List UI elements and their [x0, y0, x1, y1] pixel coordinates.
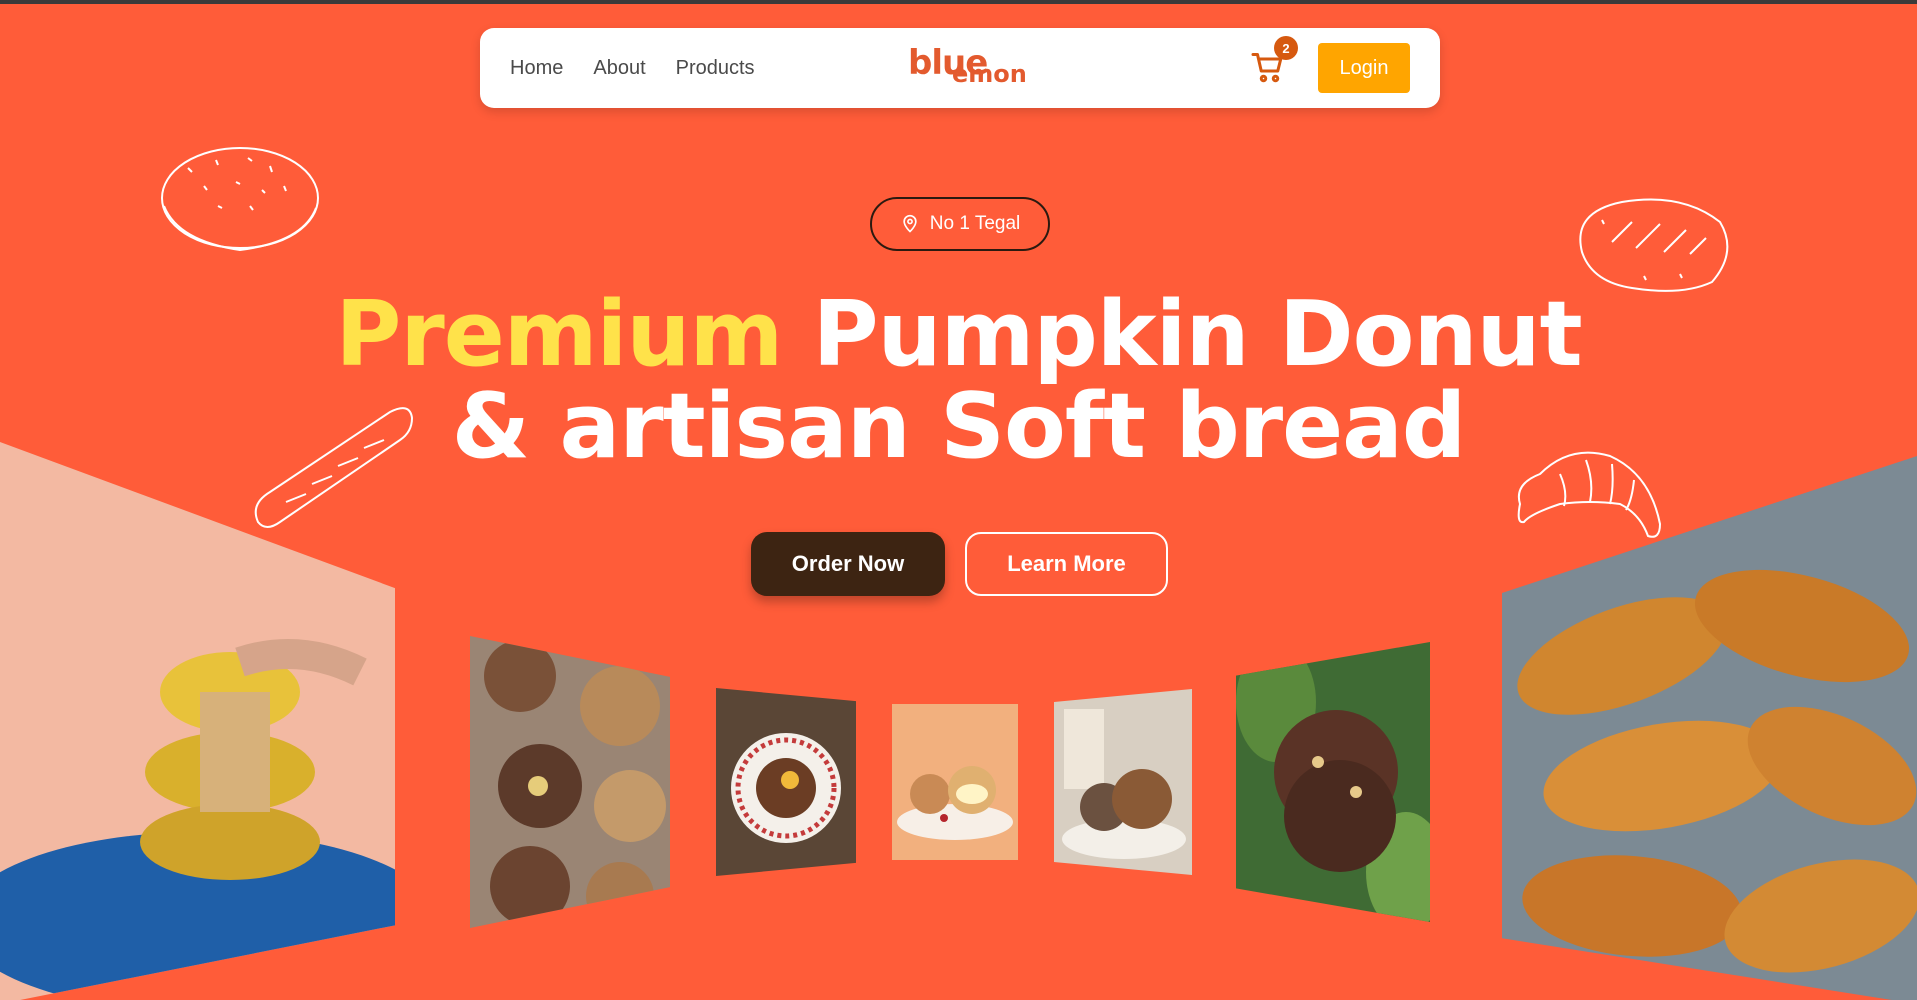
location-badge: No 1 Tegal: [870, 197, 1050, 251]
nav-link-products[interactable]: Products: [676, 57, 755, 80]
headline-accent: Premium: [335, 282, 783, 387]
nav-links: Home About Products: [510, 57, 755, 80]
headline-line1: Pumpkin Donut: [782, 282, 1583, 387]
location-pin-icon: [900, 214, 920, 234]
nav-link-about[interactable]: About: [593, 57, 645, 80]
donut-doodle: [161, 147, 319, 252]
nav-link-home[interactable]: Home: [510, 57, 563, 80]
bread-bun-photo: [1054, 689, 1192, 875]
logo-text-bottom: emon: [952, 60, 1027, 88]
plated-cookie-photo: [716, 688, 856, 876]
navbar: Home About Products blue emon 2 Login: [480, 28, 1440, 108]
cart-count-badge: 2: [1274, 36, 1298, 60]
bread-loaf-doodle: [1579, 198, 1729, 292]
location-text: No 1 Tegal: [929, 213, 1021, 234]
brand-logo[interactable]: blue emon: [908, 46, 1027, 86]
login-button[interactable]: Login: [1318, 43, 1410, 93]
cookie-tray-photo: [470, 636, 670, 928]
chocolate-bread-photo: [1236, 642, 1430, 922]
order-now-button[interactable]: Order Now: [751, 532, 945, 596]
filled-donut-photo: [892, 704, 1018, 860]
headline-line2: & artisan Soft bread: [451, 374, 1467, 479]
learn-more-button[interactable]: Learn More: [965, 532, 1168, 596]
hero-headline: Premium Pumpkin Donut & artisan Soft bre…: [300, 289, 1617, 473]
